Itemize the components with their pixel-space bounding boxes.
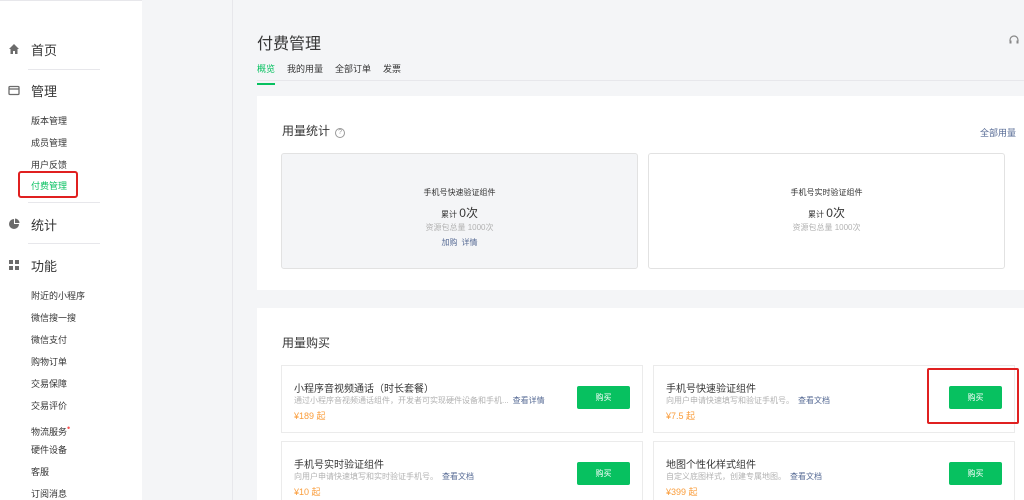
sidebar-item-orders[interactable]: 购物订单 [31,356,67,368]
stat-count-value: 0次 [459,206,478,220]
divider [28,202,100,203]
stat-total: 资源包总量 1000次 [792,223,861,232]
product-item: 小程序音视频通话（时长套餐） 通过小程序音视频通话组件，开发者可实现硬件设备和手… [281,365,643,433]
sidebar-item-reviews[interactable]: 交易评价 [31,400,67,412]
product-desc: 自定义底图样式，创建专属地图。 查看文档 [666,471,822,482]
sidebar-item-logistics-label: 物流服务 [31,427,68,437]
stat-count: 累计 0次 [649,204,1004,221]
sidebar-item-pay[interactable]: 微信支付 [31,334,67,346]
new-dot: • [67,423,71,433]
tab-invoice[interactable]: 发票 [383,62,401,85]
buy-button[interactable]: 购买 [949,462,1002,485]
nav-stats-label: 统计 [31,217,58,233]
sidebar-item-nearby[interactable]: 附近的小程序 [31,290,85,302]
product-price: ¥7.5 起 [666,411,696,421]
tab-all-orders[interactable]: 全部订单 [335,62,371,85]
product-desc: 向用户申请快速填写和验证手机号。 查看文档 [666,395,830,406]
stat-card: 手机号快速验证组件 累计 0次 资源包总量 1000次 加购 详情 [281,153,638,269]
product-name: 手机号实时验证组件 [294,460,384,471]
nav-home-label: 首页 [31,42,58,58]
stat-count-label: 累计 [441,210,458,219]
buy-button[interactable]: 购买 [577,462,630,485]
nav-features[interactable]: 功能 [0,254,142,276]
product-price: ¥10 起 [294,487,321,497]
product-name: 手机号快速验证组件 [666,384,756,395]
content-divider [232,0,233,500]
product-desc-text: 向用户申请快速填写和实时验证手机号。 [294,472,438,481]
product-name: 小程序音视频通话（时长套餐） [294,384,434,395]
usage-stats-title: 用量统计? [282,122,346,139]
add-purchase-link[interactable]: 加购 [442,238,458,247]
product-desc: 向用户申请快速填写和实时验证手机号。 查看文档 [294,471,474,482]
product-desc-text: 向用户申请快速填写和验证手机号。 [666,396,794,405]
purchase-card: 用量购买 小程序音视频通话（时长套餐） 通过小程序音视频通话组件，开发者可实现硬… [257,308,1024,500]
product-item: 手机号实时验证组件 向用户申请快速填写和实时验证手机号。 查看文档 ¥10 起 购… [281,441,643,500]
nav-stats[interactable]: 统计 [0,213,142,235]
view-docs-link[interactable]: 查看文档 [798,396,830,405]
sidebar-item-logistics[interactable]: 物流服务• [31,422,70,438]
page-title: 付费管理 [257,36,322,53]
view-details-link[interactable]: 查看详情 [513,396,545,405]
product-desc-text: 通过小程序音视频通话组件，开发者可实现硬件设备和手机... [294,396,509,405]
nav-features-label: 功能 [31,258,58,274]
product-price: ¥189 起 [294,411,326,421]
sidebar-item-hardware[interactable]: 硬件设备 [31,444,67,456]
product-desc-text: 自定义底图样式，创建专属地图。 [666,472,786,481]
home-icon [8,43,20,55]
divider [28,243,100,244]
all-usage-link[interactable]: 全部用量 [980,126,1016,139]
sidebar-item-subscribe[interactable]: 订阅消息 [31,488,67,500]
pie-chart-icon [8,218,20,230]
nav-manage-label: 管理 [31,83,58,99]
usage-stats-card: 用量统计? 全部用量 手机号快速验证组件 累计 0次 资源包总量 1000次 加… [257,96,1024,290]
stat-count-label: 累计 [808,210,825,219]
purchase-title: 用量购买 [282,336,331,350]
buy-button[interactable]: 购买 [577,386,630,409]
sidebar-item-feedback[interactable]: 用户反馈 [31,159,67,171]
tab-my-usage[interactable]: 我的用量 [287,62,323,85]
tab-overview[interactable]: 概览 [257,62,276,85]
stat-links: 加购 详情 [282,237,637,248]
folder-icon [8,84,20,96]
usage-stats-title-text: 用量统计 [282,124,331,138]
stat-total: 资源包总量 1000次 [425,223,494,232]
sidebar-item-members[interactable]: 成员管理 [31,137,67,149]
stat-count: 累计 0次 [282,204,637,221]
sidebar-item-guarantee[interactable]: 交易保障 [31,378,67,390]
sidebar-item-service[interactable]: 客服 [31,466,49,478]
sidebar: 首页 管理 版本管理 成员管理 用户反馈 付费管理 统计 功能 附近的小程序 微… [0,0,142,500]
stat-name: 手机号快速验证组件 [423,188,496,197]
grid-icon [8,259,20,271]
question-icon[interactable]: ? [335,128,346,138]
nav-manage[interactable]: 管理 [0,79,142,101]
details-link[interactable]: 详情 [462,238,478,247]
highlight-box [927,368,1019,424]
highlight-box [18,171,78,198]
stat-card: 手机号实时验证组件 累计 0次 资源包总量 1000次 [648,153,1005,269]
stat-name: 手机号实时验证组件 [790,188,863,197]
tabs-divider [257,80,1024,81]
product-item: 地图个性化样式组件 自定义底图样式，创建专属地图。 查看文档 ¥399 起 购买 [653,441,1015,500]
tabs: 概览 我的用量 全部订单 发票 [257,62,401,85]
divider [28,69,100,70]
product-price: ¥399 起 [666,487,698,497]
view-docs-link[interactable]: 查看文档 [442,472,474,481]
product-desc: 通过小程序音视频通话组件，开发者可实现硬件设备和手机... 查看详情 [294,395,545,406]
headset-icon[interactable] [1008,34,1020,49]
view-docs-link[interactable]: 查看文档 [790,472,822,481]
nav-home[interactable]: 首页 [0,38,142,60]
sidebar-item-search[interactable]: 微信搜一搜 [31,312,76,324]
stat-count-value: 0次 [826,206,845,220]
sidebar-item-version[interactable]: 版本管理 [31,115,67,127]
product-name: 地图个性化样式组件 [666,460,756,471]
